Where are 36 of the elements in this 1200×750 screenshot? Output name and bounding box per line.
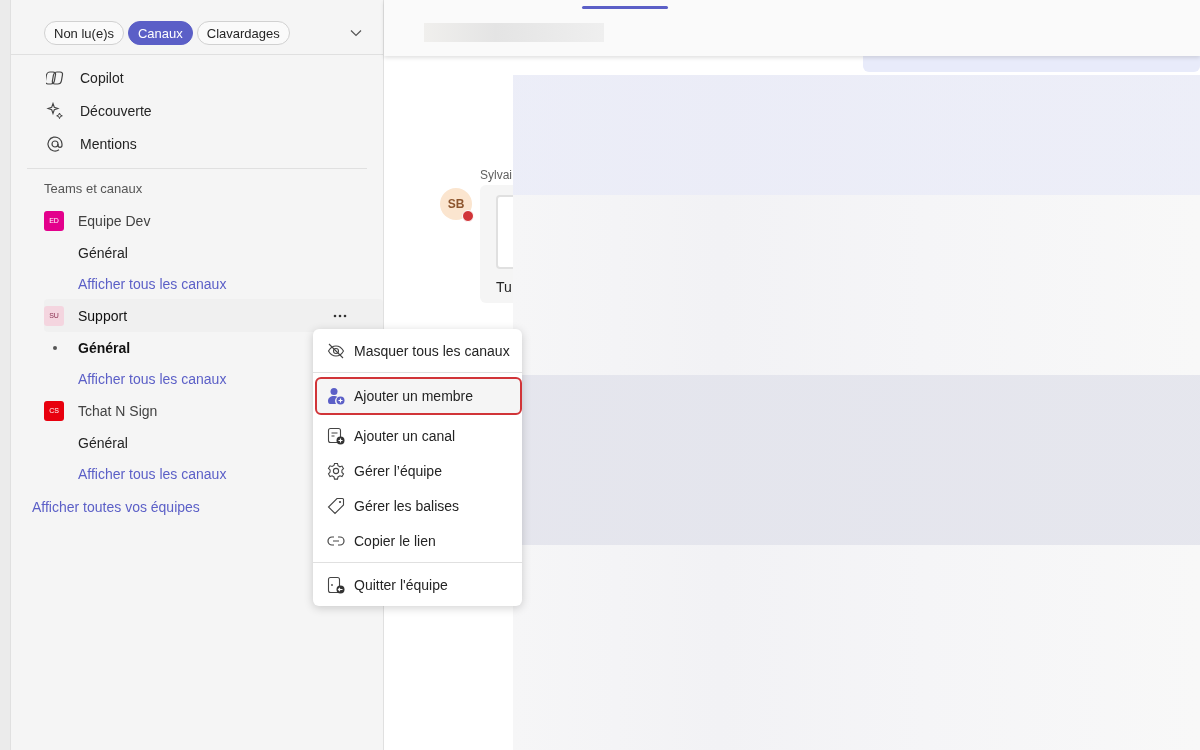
filter-pill[interactable]: Clavardages xyxy=(196,21,290,45)
message-text: Tu xyxy=(496,279,513,295)
section-title: Teams et canaux xyxy=(43,180,144,198)
menu-item[interactable]: Ajouter un membre xyxy=(315,377,522,415)
add-person-icon xyxy=(327,387,345,405)
menu-item[interactable]: Copier le lien xyxy=(315,523,520,558)
copilot-icon xyxy=(46,68,64,87)
channel-item[interactable]: Général xyxy=(78,339,131,356)
nav-item[interactable]: Mentions xyxy=(80,135,137,152)
leave-icon xyxy=(327,575,345,594)
nav-item[interactable]: Copilot xyxy=(80,69,124,86)
avatar: SB xyxy=(440,188,472,220)
show-all-teams-link[interactable]: Afficher toutes vos équipes xyxy=(32,499,200,515)
sender-name: Sylvai xyxy=(480,168,513,182)
menu-item[interactable]: Gérer l’équipe xyxy=(315,453,520,488)
presence-dot xyxy=(462,210,474,222)
settings-icon xyxy=(327,461,345,480)
chevron-down-icon[interactable] xyxy=(350,29,362,37)
menu-item[interactable]: Masquer tous les canaux xyxy=(315,333,520,368)
add-channel-icon xyxy=(327,426,345,445)
menu-item[interactable]: Gérer les balises xyxy=(315,488,520,523)
channel-item[interactable]: Général xyxy=(78,244,128,261)
filter-pill[interactable]: Canaux xyxy=(127,21,193,45)
show-all-channels-link[interactable]: Afficher tous les canaux xyxy=(78,465,227,482)
mention-icon xyxy=(46,134,64,153)
menu-item[interactable]: Quitter l'équipe xyxy=(315,567,520,602)
tag-icon xyxy=(327,496,345,515)
menu-item[interactable]: Ajouter un canal xyxy=(315,418,520,453)
sparkle-icon xyxy=(46,101,64,120)
show-all-channels-link[interactable]: Afficher tous les canaux xyxy=(78,275,227,292)
show-all-channels-link[interactable]: Afficher tous les canaux xyxy=(78,370,227,387)
more-options-icon[interactable] xyxy=(333,313,347,318)
filter-pill[interactable]: Non lu(e)s xyxy=(44,21,124,45)
eye-off-icon xyxy=(327,341,345,360)
nav-item[interactable]: Découverte xyxy=(80,102,152,119)
channel-item[interactable]: Général xyxy=(78,434,128,451)
